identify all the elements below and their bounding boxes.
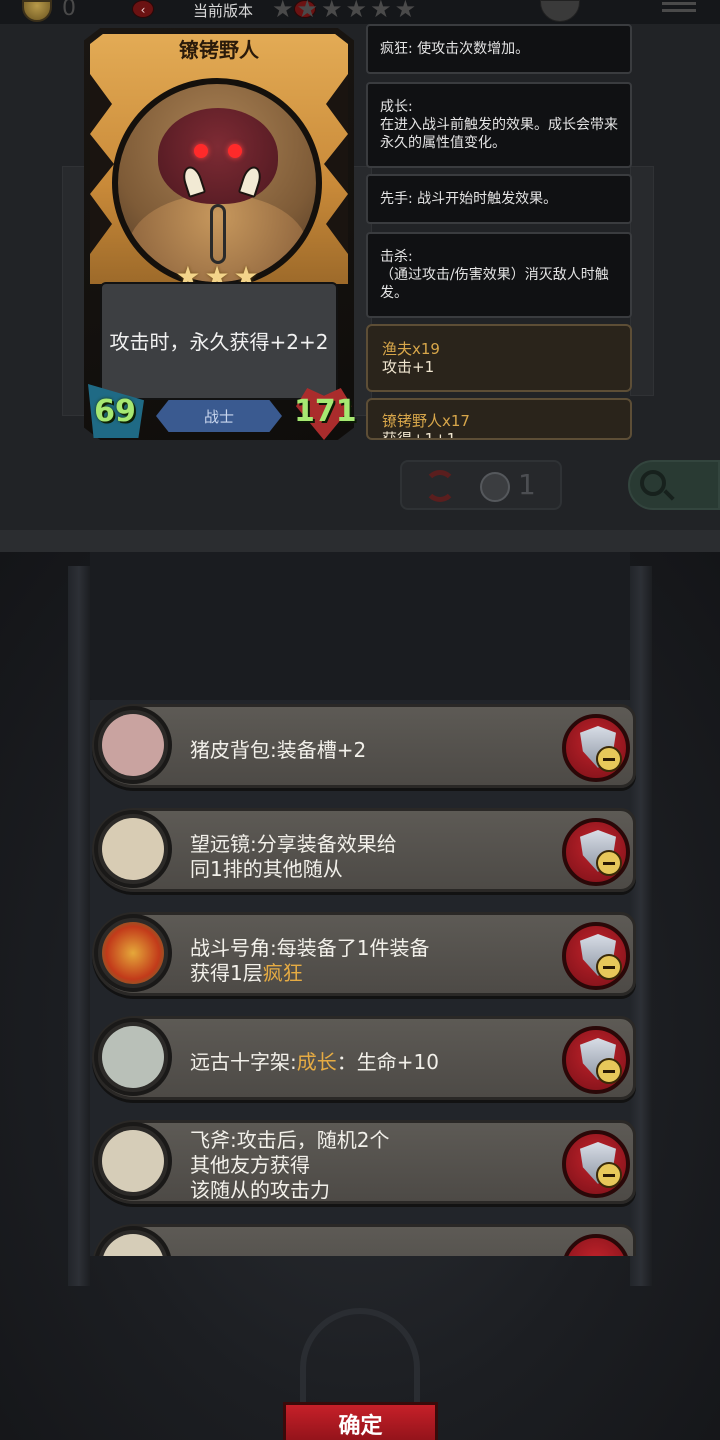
minus-icon [596, 1058, 622, 1084]
equipment-description: 猪皮背包:装备槽+2 [190, 738, 367, 762]
synergy-item[interactable]: 镣铐野人x17 获得+1+1 [366, 398, 632, 440]
equipment-description: 战斗号角:每装备了1件装备 获得1层疯狂 [190, 936, 430, 985]
minus-icon [596, 850, 622, 876]
version-title: 当前版本 [192, 2, 253, 20]
war-horn-icon [94, 914, 172, 992]
arch-backdrop [90, 552, 630, 702]
equipment-description: 远古十字架:成长：生命+10 [190, 1050, 439, 1074]
synergy-item[interactable]: 渔夫x19 攻击+1 [366, 324, 632, 392]
minus-icon [596, 1162, 622, 1188]
prev-version-button[interactable]: ‹ [132, 0, 154, 18]
keyword-growth: 成长: 在进入战斗前触发的效果。成长会带来永久的属性值变化。 [366, 82, 632, 168]
confirm-label: 确定 [338, 1414, 383, 1439]
telescope-icon [94, 810, 172, 888]
equipment-row: 望远镜:分享装备效果给 同1排的其他随从 [92, 804, 636, 892]
rank-stars: ★★★★★★ [272, 0, 420, 23]
coin-count: 0 [62, 0, 76, 21]
ability-description: 攻击时，永久获得+2+2 [109, 330, 329, 354]
gold-icon [480, 472, 510, 502]
search-icon [640, 470, 666, 496]
equipment-row: 远古十字架:成长：生命+10 [92, 1012, 636, 1100]
menu-icon[interactable] [662, 2, 696, 20]
keyword-first-strike: 先手: 战斗开始时触发效果。 [366, 174, 632, 224]
equipment-row: 猪皮背包:装备槽+2 [92, 700, 636, 788]
keyword-kill: 击杀: （通过攻击/伤害效果）消灭敌人时触发。 [366, 232, 632, 318]
backpack-icon [94, 706, 172, 784]
background-card [630, 166, 654, 396]
attack-value: 69 [94, 394, 136, 429]
unit-card: 镣铐野人 ★★★ 攻击时，永久获得+2+2 69 战士 171 [84, 28, 357, 440]
equipment-row: 战斗号角:每装备了1件装备 获得1层疯狂 [92, 908, 636, 996]
equipment-row [92, 1220, 636, 1256]
cross-icon [94, 1018, 172, 1096]
left-pillar [68, 566, 90, 1286]
unit-portrait [112, 78, 322, 288]
equipment-row: 飞斧:攻击后，随机2个 其他友方获得 该随从的攻击力 [92, 1116, 636, 1204]
axe-icon [94, 1122, 172, 1200]
equipment-description: 飞斧:攻击后，随机2个 其他友方获得 该随从的攻击力 [190, 1128, 390, 1202]
health-value: 171 [294, 394, 357, 429]
refresh-cost: 1 [518, 468, 536, 501]
unit-name: 镣铐野人 [179, 38, 259, 62]
minus-icon [596, 954, 622, 980]
unit-class: 战士 [203, 408, 234, 426]
ability-box: 攻击时，永久获得+2+2 [100, 282, 338, 400]
equipment-plate [92, 1224, 636, 1256]
minus-icon [596, 746, 622, 772]
equipment-description: 望远镜:分享装备效果给 同1排的其他随从 [190, 832, 397, 881]
keyword-frenzy: 疯狂: 使攻击次数增加。 [366, 24, 632, 74]
panel-divider [0, 540, 720, 552]
refresh-icon [424, 470, 456, 502]
